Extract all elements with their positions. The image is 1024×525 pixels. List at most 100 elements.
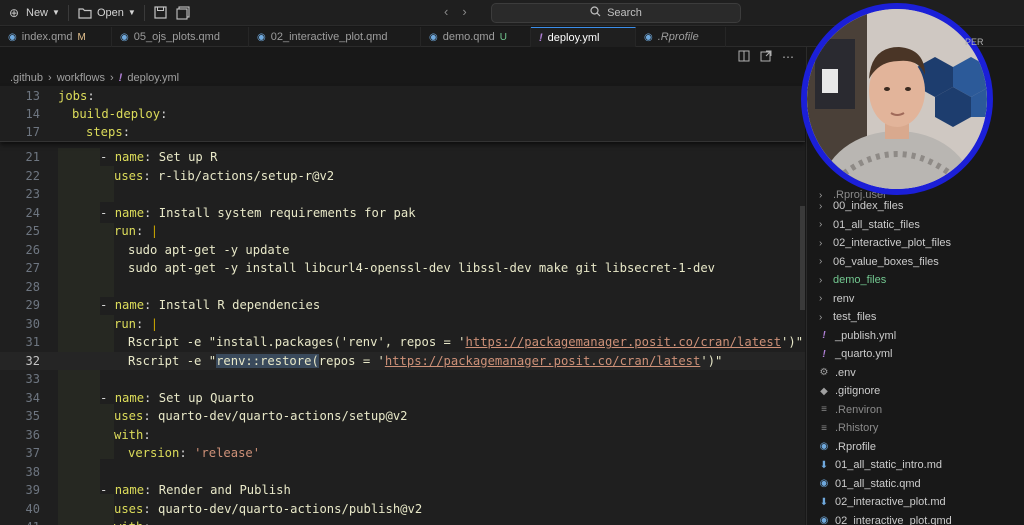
code-line: 26 sudo apt-get -y update	[0, 241, 805, 260]
code-line: 35 uses: quarto-dev/quarto-actions/setup…	[0, 407, 805, 426]
tab-deploy-yml[interactable]: ! deploy.yml	[531, 27, 636, 47]
tree-label: .Renviron	[835, 403, 883, 416]
chevron-right-icon: ›	[819, 293, 823, 304]
tree-file[interactable]: ! _publish.yml	[819, 327, 896, 345]
code-editor[interactable]: 13 jobs: 14 build-deploy: 17 steps: 21 -…	[0, 86, 805, 525]
toolbar-divider	[67, 4, 69, 21]
tree-label: .gitignore	[835, 385, 881, 397]
line-number: 25	[25, 224, 40, 239]
code-line: 21 - name: Set up R	[0, 148, 805, 167]
search-box[interactable]: Search	[491, 3, 741, 23]
line-number: 21	[25, 150, 40, 165]
tree-file[interactable]: ◉ 01_all_static.qmd	[819, 475, 921, 493]
code-line: 36 with:	[0, 426, 805, 445]
tree-folder[interactable]: › test_files	[819, 308, 876, 326]
more-actions-icon[interactable]: ⋯	[782, 50, 794, 65]
code-line-current: 32 Rscript -e "renv::restore(repos = 'ht…	[0, 351, 805, 370]
open-button[interactable]: Open ▼	[71, 2, 142, 24]
tree-file[interactable]: ⬇ 01_all_static_intro.md	[819, 456, 942, 474]
code-line: 37 version: 'release'	[0, 444, 805, 463]
chevron-right-icon: ›	[819, 274, 823, 286]
repo-url-link[interactable]: https://packagemanager.posit.co/cran/lat…	[385, 354, 701, 368]
tree-folder[interactable]: › 02_interactive_plot_files	[819, 234, 951, 252]
markdown-icon: ⬇	[819, 496, 829, 508]
line-number: 37	[25, 446, 40, 461]
tab-label: deploy.yml	[547, 31, 600, 44]
chevron-down-icon: ▼	[127, 8, 136, 17]
tree-folder[interactable]: › renv	[819, 290, 854, 308]
tree-label: 02_interactive_plot.md	[835, 496, 946, 508]
save-all-button[interactable]	[175, 2, 197, 24]
yaml-icon: !	[539, 31, 543, 44]
text-file-icon: ≡	[821, 404, 827, 415]
tree-file[interactable]: ◆ .gitignore	[819, 382, 880, 400]
tree-file[interactable]: ≡ .Rhistory	[819, 419, 878, 437]
tree-file[interactable]: ! _quarto.yml	[819, 345, 892, 363]
tab-label: .Rprofile	[657, 31, 699, 43]
line-number: 26	[25, 242, 40, 257]
forward-arrow-icon[interactable]: ›	[462, 4, 466, 19]
tab-index-qmd[interactable]: ◉ index.qmd M	[0, 27, 112, 47]
tree-label: .Rhistory	[835, 422, 879, 434]
tab-ojs-plots[interactable]: ◉ 05_ojs_plots.qmd	[112, 27, 249, 47]
back-arrow-icon[interactable]: ‹	[444, 4, 448, 19]
code-line: 33	[0, 370, 805, 389]
code-line: 39 - name: Render and Publish	[0, 481, 805, 500]
line-number: 22	[25, 168, 40, 183]
tab-demo-qmd[interactable]: ◉ demo.qmd U	[421, 27, 531, 47]
open-preview-icon[interactable]	[760, 50, 772, 65]
save-icon	[153, 5, 169, 21]
step-uses: quarto-dev/quarto-actions/publish@v2	[158, 501, 423, 516]
sticky-scroll-header: 13 jobs: 14 build-deploy: 17 steps:	[0, 86, 805, 142]
toolbar-divider	[143, 4, 145, 21]
tree-label: _publish.yml	[835, 329, 897, 342]
search-icon	[590, 6, 601, 20]
history-navigation: ‹ ›	[444, 4, 467, 19]
breadcrumb-github[interactable]: .github	[10, 72, 43, 84]
new-button[interactable]: ⊕ New ▼	[0, 2, 66, 24]
line-number: 41	[0, 520, 40, 525]
tree-file[interactable]: ≡ .Renviron	[819, 401, 882, 419]
tree-file[interactable]: ⚙ .env	[819, 364, 856, 382]
chevron-down-icon: ▼	[52, 8, 60, 17]
tree-folder[interactable]: › 00_index_files	[819, 197, 903, 215]
search-label: Search	[607, 7, 642, 19]
breadcrumb: .github › workflows › ! deploy.yml	[0, 69, 179, 87]
tree-folder[interactable]: › demo_files	[819, 271, 886, 289]
modified-badge: M	[77, 31, 86, 43]
tree-file[interactable]: ⬇ 02_interactive_plot.md	[819, 493, 946, 511]
tab-rprofile[interactable]: ◉ .Rprofile	[636, 27, 726, 47]
split-editor-icon[interactable]	[738, 50, 750, 65]
code-line: 14 build-deploy:	[0, 105, 805, 124]
tree-file[interactable]: ◉ 02_interactive_plot.qmd	[819, 512, 952, 525]
line-number: 35	[25, 409, 40, 424]
shell-command: Rscript -e "	[128, 353, 217, 368]
open-label: Open	[96, 6, 124, 19]
line-number: 36	[25, 427, 40, 442]
line-number: 17	[25, 125, 40, 140]
code-line: 31 Rscript -e "install.packages('renv', …	[0, 333, 805, 352]
tree-label: 00_index_files	[833, 200, 904, 212]
tree-folder[interactable]: › 06_value_boxes_files	[819, 253, 939, 271]
code-line: 34 - name: Set up Quarto	[0, 389, 805, 408]
code-line: 38	[0, 463, 805, 482]
breadcrumb-deploy-yml[interactable]: deploy.yml	[127, 72, 179, 84]
tree-file[interactable]: ◉ .Rprofile	[819, 438, 876, 456]
code-line: 40 uses: quarto-dev/quarto-actions/publi…	[0, 500, 805, 519]
breadcrumb-workflows[interactable]: workflows	[57, 72, 105, 84]
vertical-scrollbar[interactable]	[800, 206, 805, 310]
chevron-right-icon: ›	[819, 311, 823, 323]
tree-folder[interactable]: › 01_all_static_files	[819, 216, 920, 234]
save-button[interactable]	[147, 2, 175, 24]
tab-interactive-plot[interactable]: ◉ 02_interactive_plot.qmd	[249, 27, 421, 47]
presenter-video-image	[807, 9, 987, 189]
tab-label: 05_ojs_plots.qmd	[133, 31, 220, 43]
webcam-overlay	[801, 3, 993, 195]
repo-url-link[interactable]: https://packagemanager.posit.co/cran/lat…	[466, 335, 782, 349]
yaml-icon: !	[822, 348, 826, 360]
chevron-right-icon: ›	[819, 237, 823, 249]
line-number: 39	[25, 483, 40, 498]
code-line: 30 run: |	[0, 315, 805, 334]
shell-command: sudo apt-get -y update	[128, 242, 290, 257]
tree-label: 02_interactive_plot_files	[833, 237, 952, 249]
